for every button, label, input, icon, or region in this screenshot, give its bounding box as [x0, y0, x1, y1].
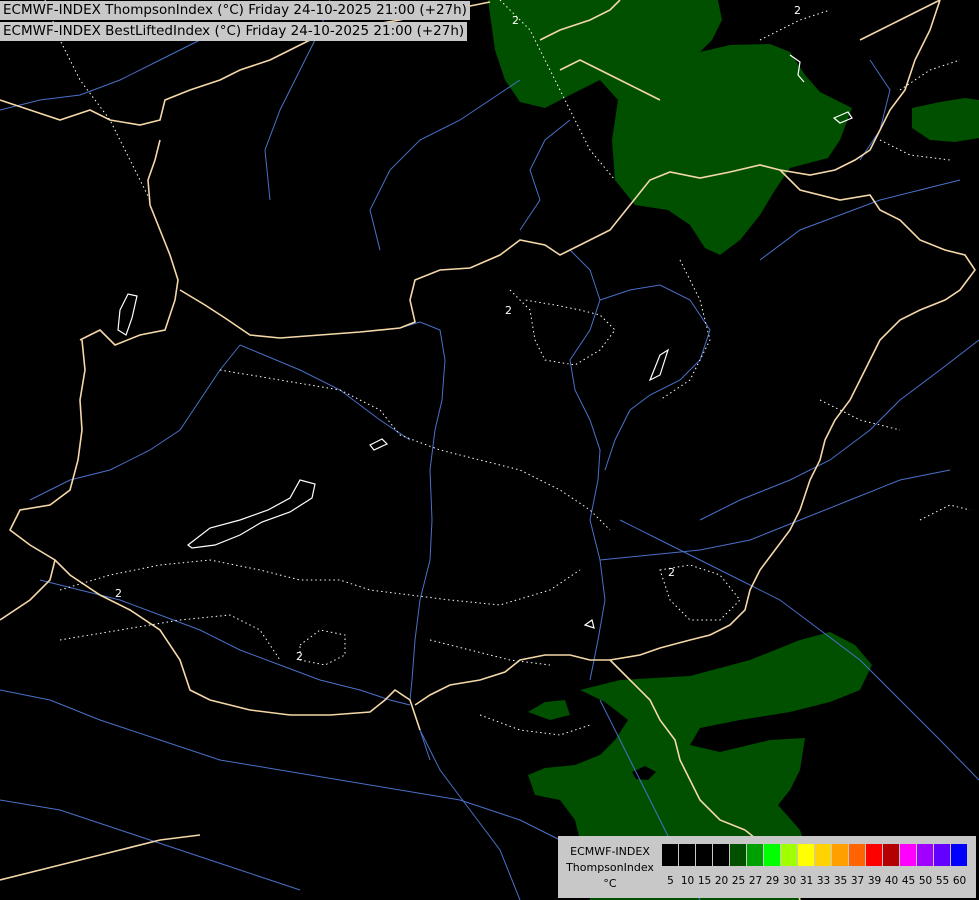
legend-tick-label: 10	[680, 875, 695, 887]
legend-tick-label: 5	[667, 875, 674, 887]
legend-swatch	[815, 844, 832, 866]
legend-swatch	[849, 844, 866, 866]
legend-tick-label: 31	[799, 875, 814, 887]
legend-tick-label: 39	[867, 875, 882, 887]
map-canvas[interactable]: 2 2 2 2 2 2	[0, 0, 979, 900]
legend-tick-label: 50	[918, 875, 933, 887]
legend-unit-label: °C	[603, 877, 617, 890]
legend-parameter-label: ThompsonIndex	[566, 861, 654, 874]
legend-tick-label: 40	[884, 875, 899, 887]
map-title-bestlifted: ECMWF-INDEX BestLiftedIndex (°C) Friday …	[0, 22, 468, 41]
legend-swatch	[798, 844, 815, 866]
legend-swatch	[934, 844, 951, 866]
legend-tick-label: 27	[748, 875, 763, 887]
map-title-thompson: ECMWF-INDEX ThompsonIndex (°C) Friday 24…	[0, 1, 470, 20]
legend-swatch	[866, 844, 883, 866]
legend-swatch	[662, 844, 679, 866]
legend-tick-label: 35	[833, 875, 848, 887]
legend-swatch	[764, 844, 781, 866]
contour-label: 2	[794, 4, 801, 17]
legend-tick-label: 37	[850, 875, 865, 887]
contour-label: 2	[505, 304, 512, 317]
contour-label: 2	[512, 14, 519, 27]
legend-swatch	[951, 844, 968, 866]
contour-label: 2	[115, 587, 122, 600]
legend-tick-label: 45	[901, 875, 916, 887]
contour-label: 2	[296, 650, 303, 663]
legend-tick-label: 29	[765, 875, 780, 887]
legend-tick-label: 60	[952, 875, 967, 887]
legend-swatch	[832, 844, 849, 866]
legend-swatch	[713, 844, 730, 866]
legend-swatch	[883, 844, 900, 866]
legend-model-label: ECMWF-INDEX	[570, 845, 650, 858]
legend-swatch	[781, 844, 798, 866]
color-legend: ECMWF-INDEX ThompsonIndex °C 5 10 15 20 25 27…	[558, 836, 976, 898]
weather-map-view: 2 2 2 2 2 2 ECMWF-INDEX ThompsonIndex (°…	[0, 0, 979, 900]
legend-swatch	[917, 844, 934, 866]
legend-tick-label: 25	[731, 875, 746, 887]
contour-label: 2	[668, 566, 675, 579]
legend-swatch	[696, 844, 713, 866]
legend-tick-label: 55	[935, 875, 950, 887]
legend-swatch	[679, 844, 696, 866]
legend-tick-label: 20	[714, 875, 729, 887]
legend-tick-label: 30	[782, 875, 797, 887]
legend-swatch	[900, 844, 917, 866]
legend-swatch	[747, 844, 764, 866]
legend-swatch	[730, 844, 747, 866]
legend-tick-label: 33	[816, 875, 831, 887]
legend-swatches	[662, 844, 968, 866]
legend-tick-label: 15	[697, 875, 712, 887]
